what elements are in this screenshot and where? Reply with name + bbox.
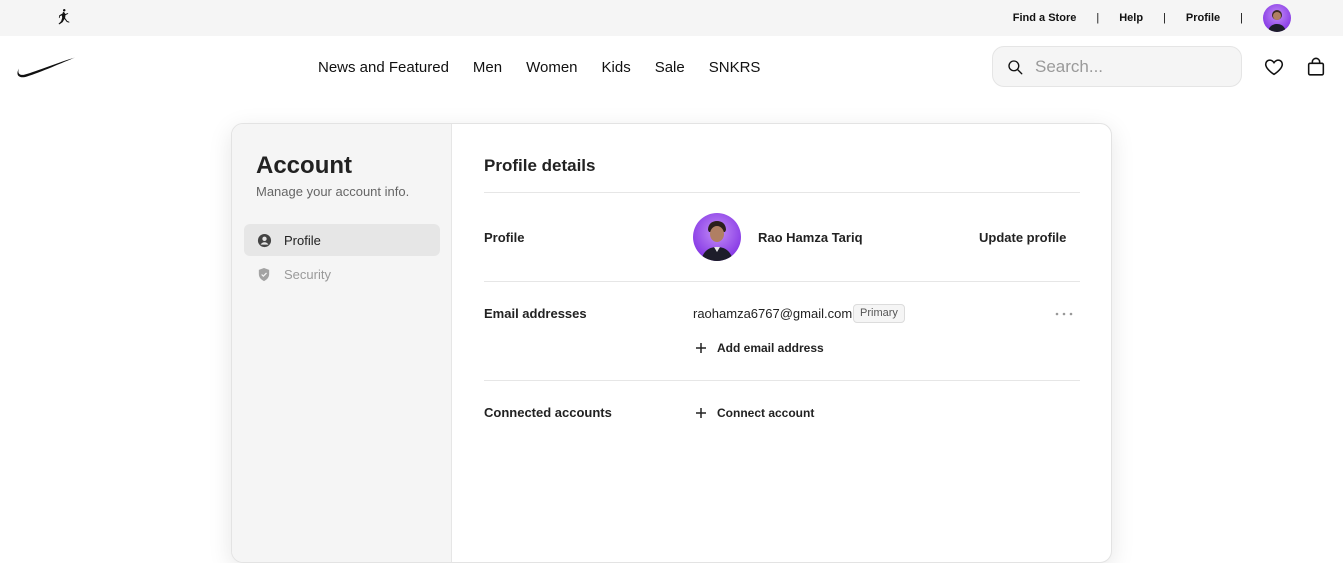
nav-sale[interactable]: Sale bbox=[655, 59, 685, 76]
utility-bar: Find a Store | Help | Profile | bbox=[0, 0, 1343, 36]
profile-row-label: Profile bbox=[484, 230, 525, 245]
sidebar-item-profile[interactable]: Profile bbox=[244, 224, 440, 256]
account-title: Account bbox=[256, 152, 352, 179]
divider bbox=[484, 281, 1080, 282]
account-subtitle: Manage your account info. bbox=[256, 184, 410, 199]
sidebar-item-label: Security bbox=[284, 266, 331, 282]
page-title: Profile details bbox=[484, 156, 596, 175]
search-icon[interactable] bbox=[995, 47, 1035, 87]
main-nav: News and Featured Men Women Kids Sale SN… bbox=[0, 36, 1343, 98]
jordan-logo-icon[interactable] bbox=[53, 7, 75, 29]
utility-links: Find a Store | Help | Profile | bbox=[1013, 0, 1291, 36]
plus-icon bbox=[693, 340, 709, 356]
help-link[interactable]: Help bbox=[1119, 12, 1143, 24]
email-row-label: Email addresses bbox=[484, 306, 587, 321]
divider bbox=[484, 192, 1080, 193]
add-email-button[interactable]: Add email address bbox=[693, 340, 824, 356]
avatar bbox=[693, 213, 741, 261]
primary-badge: Primary bbox=[853, 304, 905, 323]
account-main: Profile details Profile Rao Hamza Tariq … bbox=[452, 124, 1111, 562]
sidebar-item-label: Profile bbox=[284, 232, 321, 248]
connect-account-label: Connect account bbox=[717, 406, 815, 420]
separator: | bbox=[1096, 12, 1100, 24]
account-card: Account Manage your account info. Profil… bbox=[231, 123, 1112, 563]
profile-name: Rao Hamza Tariq bbox=[758, 230, 863, 245]
connected-accounts-label: Connected accounts bbox=[484, 405, 612, 420]
email-address: raohamza6767@gmail.com bbox=[693, 306, 853, 321]
find-a-store-link[interactable]: Find a Store bbox=[1013, 12, 1077, 24]
nav-news-and-featured[interactable]: News and Featured bbox=[318, 59, 449, 76]
separator: | bbox=[1163, 12, 1166, 24]
plus-icon bbox=[693, 405, 709, 421]
search-box[interactable] bbox=[992, 46, 1242, 87]
account-sidebar: Account Manage your account info. Profil… bbox=[232, 124, 452, 562]
separator: | bbox=[1240, 12, 1243, 24]
bag-icon[interactable] bbox=[1304, 55, 1328, 79]
sidebar-item-security[interactable]: Security bbox=[244, 258, 440, 290]
nav-links: News and Featured Men Women Kids Sale SN… bbox=[318, 36, 784, 98]
user-circle-icon bbox=[256, 232, 272, 248]
nav-men[interactable]: Men bbox=[473, 59, 502, 76]
nav-snkrs[interactable]: SNKRS bbox=[709, 59, 761, 76]
shield-icon bbox=[256, 266, 272, 282]
add-email-label: Add email address bbox=[717, 341, 824, 355]
nav-women[interactable]: Women bbox=[526, 59, 577, 76]
more-options-icon[interactable] bbox=[1052, 304, 1076, 324]
avatar[interactable] bbox=[1263, 4, 1291, 32]
nike-logo-icon[interactable] bbox=[16, 56, 76, 78]
heart-icon[interactable] bbox=[1262, 55, 1286, 79]
profile-link[interactable]: Profile bbox=[1186, 12, 1220, 24]
divider bbox=[484, 380, 1080, 381]
update-profile-button[interactable]: Update profile bbox=[979, 230, 1066, 245]
connect-account-button[interactable]: Connect account bbox=[693, 405, 814, 421]
search-input[interactable] bbox=[1035, 56, 1225, 77]
nav-kids[interactable]: Kids bbox=[602, 59, 631, 76]
